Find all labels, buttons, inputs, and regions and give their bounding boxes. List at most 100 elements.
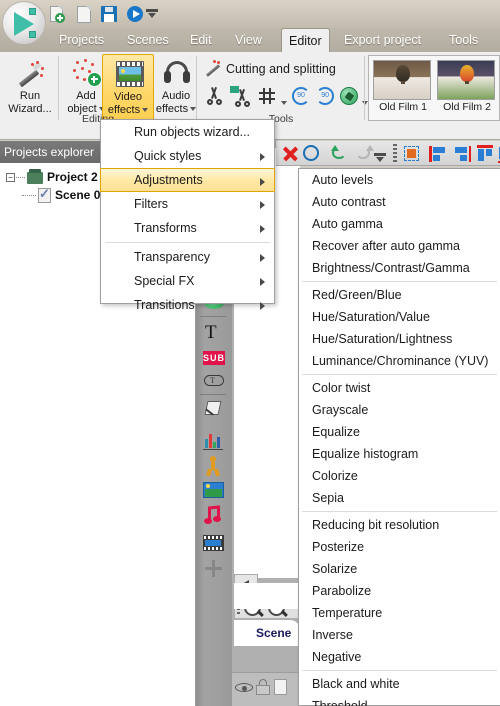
submenu-item[interactable]: Black and white: [299, 673, 500, 695]
ribbon-group-editing: Run Wizard... Add object Video effects A…: [0, 52, 197, 125]
submenu-item[interactable]: Posterize: [299, 536, 500, 558]
audio-tool-icon[interactable]: [202, 505, 226, 527]
cutting-and-splitting-label[interactable]: Cutting and splitting: [226, 62, 336, 76]
submenu-separator: [302, 374, 497, 375]
submenu-item[interactable]: Inverse: [299, 624, 500, 646]
cut-button[interactable]: [204, 84, 226, 108]
submenu-item[interactable]: Colorize: [299, 465, 500, 487]
tree-item-project[interactable]: − Project 2: [6, 168, 98, 184]
align-right-icon[interactable]: [452, 144, 472, 164]
tree-item-scene[interactable]: Scene 0: [22, 186, 101, 204]
align-left-icon[interactable]: [428, 144, 448, 164]
redo-icon[interactable]: [354, 144, 374, 164]
tab-export-project[interactable]: Export project: [337, 28, 428, 52]
submenu-item[interactable]: Luminance/Chrominance (YUV): [299, 350, 500, 372]
align-bottom-icon[interactable]: [496, 144, 500, 164]
tab-edit[interactable]: Edit: [183, 28, 219, 52]
video-effects-menu[interactable]: Run objects wizard... Quick styles Adjus…: [100, 119, 275, 312]
image-tool-icon[interactable]: [202, 480, 226, 502]
visibility-eye-icon[interactable]: [235, 681, 253, 693]
menu-item-special-fx[interactable]: Special FX: [101, 269, 274, 293]
select-all-icon[interactable]: [402, 144, 422, 164]
split-button[interactable]: [230, 84, 252, 108]
lock-icon[interactable]: [256, 679, 270, 695]
effects-gallery[interactable]: Old Film 1 Old Film 2: [368, 55, 500, 121]
draw-tool-icon[interactable]: [202, 398, 226, 420]
video-tool-icon[interactable]: [202, 532, 226, 554]
submenu-item[interactable]: Parabolize: [299, 580, 500, 602]
submenu-item[interactable]: Sepia: [299, 487, 500, 509]
submenu-item[interactable]: Red/Green/Blue: [299, 284, 500, 306]
open-project-icon[interactable]: [74, 5, 92, 23]
save-icon[interactable]: [100, 5, 118, 23]
menu-item-quick-styles[interactable]: Quick styles: [101, 144, 274, 168]
logo-block-bottom: [29, 31, 36, 38]
app-logo-icon[interactable]: [2, 1, 46, 45]
subtitle-tool-icon[interactable]: SUB: [202, 348, 226, 370]
submenu-item[interactable]: Threshold: [299, 695, 500, 706]
tab-view[interactable]: View: [228, 28, 269, 52]
menu-item-transparency[interactable]: Transparency: [101, 245, 274, 269]
tab-scenes[interactable]: Scenes: [120, 28, 176, 52]
submenu-item[interactable]: Reducing bit resolution: [299, 514, 500, 536]
transform-tool-button[interactable]: [340, 87, 358, 105]
tree-item-label: Project 2: [47, 170, 98, 184]
select-circle-icon[interactable]: [302, 144, 322, 164]
crop-button[interactable]: [256, 84, 278, 108]
submenu-item[interactable]: Equalize: [299, 421, 500, 443]
adjustments-submenu[interactable]: Auto levels Auto contrast Auto gamma Recove…: [298, 168, 500, 706]
new-layer-icon[interactable]: [274, 679, 287, 695]
submenu-item[interactable]: Equalize histogram: [299, 443, 500, 465]
expander-icon[interactable]: −: [6, 173, 15, 183]
submenu-item[interactable]: Temperature: [299, 602, 500, 624]
text-tool-icon[interactable]: T: [202, 322, 226, 344]
submenu-item[interactable]: Negative: [299, 646, 500, 668]
effect-old-film-1[interactable]: Old Film 1: [373, 60, 433, 113]
play-icon[interactable]: [126, 5, 144, 23]
submenu-item[interactable]: Brightness/Contrast/Gamma: [299, 257, 500, 279]
crop-dropdown-icon[interactable]: [279, 94, 287, 112]
submenu-item[interactable]: Auto levels: [299, 169, 500, 191]
rotate-right-button[interactable]: 90: [316, 87, 334, 105]
delete-icon[interactable]: [280, 144, 300, 164]
animation-tool-icon[interactable]: [202, 455, 226, 477]
menu-item-run-objects-wizard[interactable]: Run objects wizard...: [101, 120, 274, 144]
undo-icon[interactable]: [330, 144, 350, 164]
tab-tools[interactable]: Tools: [442, 28, 485, 52]
tree-item-label: Scene 0: [55, 188, 101, 202]
editor-toolbar: [276, 141, 500, 304]
rotate-left-button[interactable]: 90: [292, 87, 310, 105]
wand-icon: [16, 60, 44, 88]
add-object-icon: [72, 59, 102, 89]
move-tool-icon[interactable]: [202, 558, 226, 580]
menu-item-filters[interactable]: Filters: [101, 192, 274, 216]
menu-item-transitions[interactable]: Transitions: [101, 293, 274, 317]
project-icon: [27, 168, 43, 184]
submenu-item[interactable]: Solarize: [299, 558, 500, 580]
submenu-separator: [302, 670, 497, 671]
effect-old-film-2[interactable]: Old Film 2: [437, 60, 497, 113]
submenu-item[interactable]: Grayscale: [299, 399, 500, 421]
chevron-down-icon[interactable]: [142, 108, 149, 113]
submenu-item[interactable]: Auto gamma: [299, 213, 500, 235]
tab-projects[interactable]: Projects: [52, 28, 111, 52]
effect-thumbnail: [373, 60, 431, 100]
scene-tab[interactable]: Scene: [234, 620, 300, 646]
chevron-right-icon: [260, 254, 265, 262]
timeline-spacer: [234, 583, 300, 609]
headphones-icon: [164, 61, 190, 85]
menu-item-transforms[interactable]: Transforms: [101, 216, 274, 240]
submenu-item[interactable]: Recover after auto gamma: [299, 235, 500, 257]
customize-toolbar-icon[interactable]: [146, 7, 158, 19]
submenu-item[interactable]: Hue/Saturation/Value: [299, 306, 500, 328]
new-project-icon[interactable]: [48, 5, 66, 23]
menu-item-adjustments[interactable]: Adjustments: [100, 168, 275, 192]
submenu-item[interactable]: Auto contrast: [299, 191, 500, 213]
tab-editor[interactable]: Editor: [281, 28, 330, 53]
align-top-icon[interactable]: [475, 144, 495, 164]
submenu-item[interactable]: Color twist: [299, 377, 500, 399]
drag-handle-icon[interactable]: [393, 144, 397, 163]
submenu-item[interactable]: Hue/Saturation/Lightness: [299, 328, 500, 350]
chart-tool-icon[interactable]: [202, 428, 226, 450]
callout-tool-icon[interactable]: T: [202, 372, 226, 394]
